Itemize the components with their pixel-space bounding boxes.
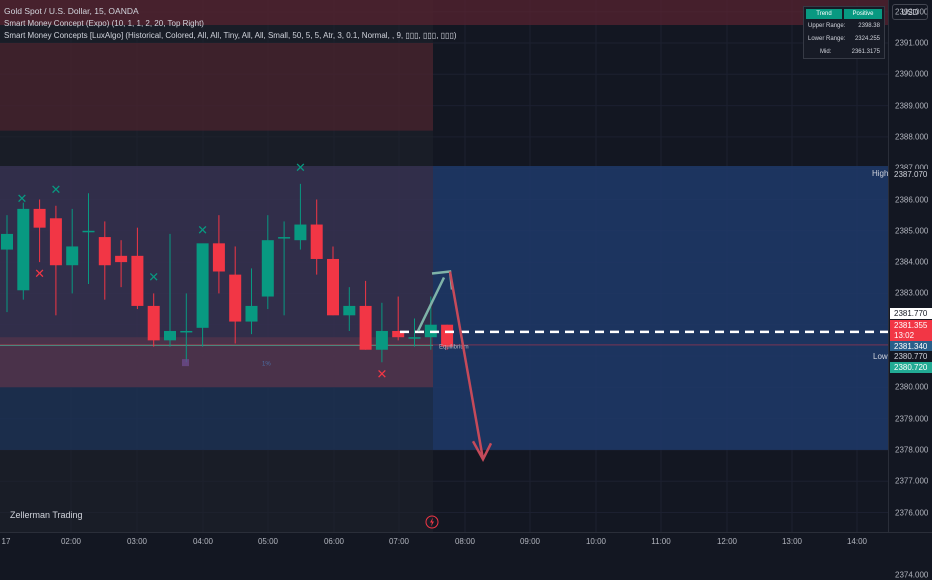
time-tick: 02:00 bbox=[60, 537, 82, 546]
candle-body bbox=[17, 208, 30, 291]
trend-label: Trend bbox=[806, 9, 842, 19]
candle-body bbox=[147, 305, 160, 341]
price-label: 13:02 bbox=[890, 330, 932, 341]
time-tick: 11:00 bbox=[651, 537, 671, 546]
candle-body bbox=[310, 224, 323, 259]
high-label: High bbox=[872, 169, 889, 178]
projection-zone bbox=[433, 166, 888, 450]
price-chart[interactable]: ✕✕✕✕✕✕✕Equilibrium1% bbox=[0, 0, 888, 532]
trend-value: Positive bbox=[844, 9, 882, 19]
swing-high-marker: ✕ bbox=[197, 223, 208, 238]
candle-body bbox=[164, 330, 176, 341]
price-label: 2387.070 bbox=[890, 169, 932, 180]
price-tick: 2377.000 bbox=[895, 476, 929, 486]
candle-body bbox=[343, 305, 356, 316]
time-tick: 03:00 bbox=[126, 537, 148, 546]
candle-body bbox=[66, 246, 79, 266]
price-tick: 2374.000 bbox=[895, 570, 929, 580]
candle-body bbox=[229, 274, 242, 322]
candle-body bbox=[261, 240, 274, 297]
time-tick: 12:00 bbox=[716, 537, 738, 546]
time-tick: 09:00 bbox=[519, 537, 541, 546]
price-scale[interactable]: 2392.000 2391.000 2390.000 2389.000 2388.000… bbox=[888, 0, 932, 580]
time-tick: 07:00 bbox=[388, 537, 410, 546]
pattern-marker bbox=[182, 359, 189, 367]
candle-body bbox=[278, 237, 291, 239]
swing-high-marker: ✕ bbox=[295, 161, 306, 176]
lower-range-row: Lower Range: 2324.255 bbox=[804, 34, 884, 45]
upper-range-label: Upper Range: bbox=[808, 23, 846, 29]
price-tick: 2376.000 bbox=[895, 508, 929, 517]
indicator-legend-smc-luxalgo[interactable]: Smart Money Concepts [LuxAlgo] (Historic… bbox=[4, 31, 457, 40]
trend-info-table: Trend Positive Upper Range: 2398.38 Lowe… bbox=[803, 6, 885, 59]
bolt-icon[interactable] bbox=[425, 515, 439, 529]
price-tick: 2386.000 bbox=[895, 195, 929, 204]
low-label: Low bbox=[873, 352, 888, 361]
currency-button[interactable]: USD bbox=[892, 4, 928, 20]
time-tick: 10:00 bbox=[585, 537, 607, 546]
price-label: 2380.770 bbox=[890, 351, 932, 362]
lower-range-value: 2324.255 bbox=[854, 36, 880, 42]
upper-range-value: 2398.38 bbox=[858, 23, 880, 29]
candle-body bbox=[212, 243, 225, 272]
candle-body bbox=[115, 255, 128, 263]
candle-body bbox=[375, 330, 388, 350]
price-tick: 2379.000 bbox=[895, 414, 929, 424]
upper-range-row: Upper Range: 2398.38 bbox=[804, 21, 884, 32]
candle-body bbox=[294, 224, 307, 241]
swing-low-marker: ✕ bbox=[376, 367, 387, 382]
swing-high-marker: ✕ bbox=[148, 270, 159, 285]
price-tick: 2389.000 bbox=[895, 101, 929, 111]
price-tick: 2385.000 bbox=[895, 226, 929, 236]
mid-value: 2361.3175 bbox=[851, 49, 880, 55]
time-tick: 06:00 bbox=[323, 537, 345, 546]
lower-range-label: Lower Range: bbox=[808, 36, 846, 42]
swing-high-marker: ✕ bbox=[17, 192, 28, 207]
candle-body bbox=[98, 237, 111, 266]
symbol-legend[interactable]: Gold Spot / U.S. Dollar, 15, OANDA bbox=[4, 6, 139, 16]
time-tick: 05:00 bbox=[257, 537, 279, 546]
price-tick: 2378.000 bbox=[895, 445, 929, 455]
price-tick: 2390.000 bbox=[895, 69, 929, 79]
mid-label: Mid: bbox=[820, 49, 832, 55]
watermark-label: Zellerman Trading bbox=[10, 510, 83, 520]
time-tick: 04:00 bbox=[192, 537, 214, 546]
candle-body bbox=[131, 255, 144, 306]
time-tick: 17 bbox=[1, 537, 11, 546]
swing-high-marker: ✕ bbox=[50, 183, 61, 198]
price-tick: 2383.000 bbox=[895, 288, 929, 298]
candle-body bbox=[1, 233, 13, 250]
indicator-legend-smc-expo[interactable]: Smart Money Concept (Expo) (10, 1, 1, 2,… bbox=[4, 19, 204, 28]
time-tick: 14:00 bbox=[846, 537, 868, 546]
candle-body bbox=[82, 230, 95, 233]
candle-body bbox=[196, 243, 209, 328]
candle-body bbox=[327, 258, 339, 316]
price-tick: 2388.000 bbox=[895, 132, 929, 142]
candle-body bbox=[359, 305, 372, 350]
candle-body bbox=[49, 218, 62, 266]
price-tick: 2380.000 bbox=[895, 382, 929, 392]
time-axis[interactable]: 17 02:00 03:00 04:00 05:00 06:00 07:00 08:00 09:… bbox=[0, 532, 932, 550]
candle-body bbox=[33, 208, 46, 228]
premium-zone bbox=[0, 43, 433, 131]
chart-area[interactable]: ✕ ✕ ✕ ✕ ✕ ✕ ✕ Equilibrium 1% bbox=[0, 0, 888, 532]
price-tick: 2384.000 bbox=[895, 257, 929, 267]
price-label: 2381.770 bbox=[890, 308, 932, 319]
price-tick: 2391.000 bbox=[895, 38, 929, 48]
mid-row: Mid: 2361.3175 bbox=[804, 47, 884, 58]
candle-body bbox=[441, 324, 454, 347]
time-tick: 08:00 bbox=[454, 537, 476, 546]
projection-zone-left bbox=[0, 387, 433, 450]
candle-body bbox=[180, 330, 193, 333]
price-label: 2380.720 bbox=[890, 362, 932, 373]
swing-low-marker: ✕ bbox=[34, 267, 45, 282]
percent-label: 1% bbox=[262, 361, 271, 367]
time-tick: 13:00 bbox=[781, 537, 803, 546]
candle-body bbox=[408, 337, 421, 339]
candle-body bbox=[245, 305, 258, 322]
